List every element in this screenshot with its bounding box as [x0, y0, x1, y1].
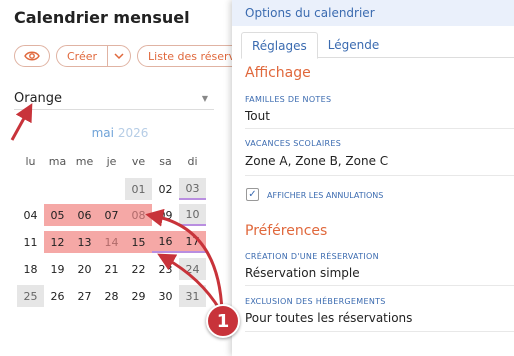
create-dropdown-button[interactable] [107, 46, 130, 66]
panel-title: Options du calendrier [232, 0, 514, 26]
month-name: mai [91, 126, 114, 140]
year-label: 2026 [117, 126, 149, 140]
calendar-day[interactable]: 13 [71, 231, 98, 253]
calendar-day[interactable]: 19 [44, 258, 71, 280]
section-display-title: Affichage [245, 65, 311, 81]
page-title: Calendrier mensuel [14, 8, 190, 27]
note-families-field[interactable]: Tout [245, 109, 505, 123]
tab-legend[interactable]: Légende [318, 32, 389, 58]
calendar-day[interactable]: 17 [179, 231, 206, 253]
weekday-je: je [106, 155, 117, 168]
calendar-day[interactable]: 06 [71, 204, 98, 226]
calendar-options-panel: Options du calendrier Réglages Légende A… [232, 0, 514, 356]
calendar-day[interactable]: 15 [125, 231, 152, 253]
calendar-day[interactable]: 04 [17, 204, 44, 226]
school-holidays-field[interactable]: Zone A, Zone B, Zone C [245, 154, 505, 168]
calendar-day[interactable]: 02 [152, 178, 179, 200]
toolbar: Créer Liste des réserv [14, 45, 247, 67]
color-filter-select[interactable]: Orange ▼ [14, 88, 214, 110]
toggle-visibility-button[interactable] [14, 45, 50, 67]
calendar-day[interactable]: 03 [179, 178, 206, 200]
calendar-day[interactable]: 28 [98, 285, 125, 307]
calendar-day[interactable]: 26 [44, 285, 71, 307]
weekday-me: me [75, 155, 94, 168]
color-filter-value: Orange [14, 91, 63, 106]
note-families-label: FAMILLES DE NOTES [245, 95, 332, 104]
weekday-lu: lu [25, 155, 36, 168]
calendar-day[interactable]: 23 [152, 258, 179, 280]
calendar-day[interactable]: 11 [17, 231, 44, 253]
eye-icon [24, 51, 40, 61]
calendar-day[interactable]: 20 [71, 258, 98, 280]
calendar-day[interactable]: 14 [98, 231, 125, 253]
calendar-day[interactable]: 12 [44, 231, 71, 253]
calendar-day[interactable]: 10 [179, 204, 206, 226]
calendar-day[interactable]: 05 [44, 204, 71, 226]
weekday-sa: sa [159, 155, 172, 168]
divider [245, 128, 514, 129]
weekday-di: di [187, 155, 198, 168]
show-cancellations-label: AFFICHER LES ANNULATIONS [267, 191, 384, 200]
divider [245, 285, 514, 286]
calendar-day[interactable]: 31 [179, 285, 206, 307]
tab-settings[interactable]: Réglages [241, 32, 318, 59]
calendar-day[interactable]: 09 [152, 204, 179, 226]
chevron-down-icon: ▼ [201, 94, 208, 103]
create-split-button: Créer [56, 45, 132, 67]
calendar-day[interactable]: 29 [125, 285, 152, 307]
accommodation-exclusion-field[interactable]: Pour toutes les réservations [245, 311, 505, 325]
accommodation-exclusion-label: EXCLUSION DES HÉBERGEMENTS [245, 297, 386, 306]
weekday-ve: ve [131, 155, 146, 168]
annotation-arrow [10, 103, 33, 141]
panel-tabs: Réglages Légende [241, 32, 514, 59]
calendar-day[interactable]: 08 [125, 204, 152, 226]
divider [245, 175, 514, 176]
calendar-month-label: mai 2026 [70, 126, 170, 140]
calendar-day[interactable]: 21 [98, 258, 125, 280]
calendar-day[interactable]: 30 [152, 285, 179, 307]
calendar-day[interactable]: 07 [98, 204, 125, 226]
calendar-day[interactable]: 24 [179, 258, 206, 280]
create-button[interactable]: Créer [57, 46, 107, 66]
reservation-creation-label: CRÉATION D'UNE RÉSERVATION [245, 252, 379, 261]
reservation-list-button[interactable]: Liste des réserv [137, 45, 247, 67]
calendar-day[interactable]: 16 [152, 231, 179, 253]
calendar-day[interactable]: 18 [17, 258, 44, 280]
app-window: { "header": {"title": "Calendrier mensue… [0, 0, 514, 356]
calendar-day[interactable]: 27 [71, 285, 98, 307]
calendar-day[interactable]: 22 [125, 258, 152, 280]
chevron-down-icon [114, 53, 124, 60]
show-cancellations-checkbox[interactable]: ✓ [246, 188, 259, 201]
divider [245, 331, 514, 332]
calendar-day[interactable]: 01 [125, 178, 152, 200]
annotation-badge: 1 [206, 304, 240, 338]
calendar-day[interactable]: 25 [17, 285, 44, 307]
school-holidays-label: VACANCES SCOLAIRES [245, 139, 342, 148]
section-preferences-title: Préférences [245, 223, 328, 239]
reservation-creation-field[interactable]: Réservation simple [245, 266, 505, 280]
weekday-ma: ma [48, 155, 67, 168]
